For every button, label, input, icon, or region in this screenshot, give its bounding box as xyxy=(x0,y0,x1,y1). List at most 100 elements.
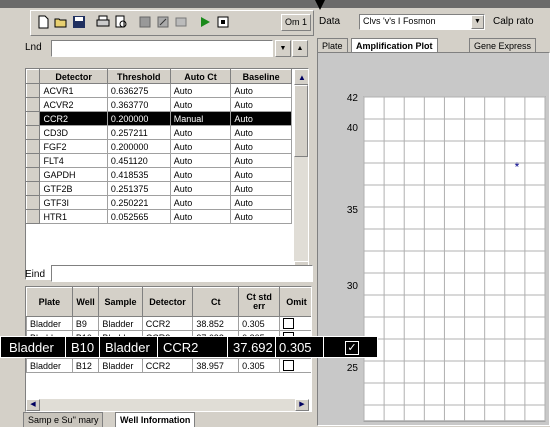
table-row[interactable]: GTF3I 0.250221 Auto Auto xyxy=(26,195,292,210)
find-label-2: Eind xyxy=(25,269,46,280)
col-ct[interactable]: Ct xyxy=(192,287,240,317)
table-cell: 0.305 xyxy=(238,316,281,331)
table-cell: 0.451120 xyxy=(106,153,171,168)
detector-table-container: Detector Threshold Auto Ct Baseline ACVR… xyxy=(25,68,309,280)
table-row[interactable]: CCR2 0.200000 Manual Auto xyxy=(26,111,292,126)
new-icon[interactable] xyxy=(35,14,51,30)
row-header[interactable] xyxy=(26,167,41,182)
row-header[interactable] xyxy=(26,153,41,168)
table-cell: 0.636275 xyxy=(106,83,171,98)
open-icon[interactable] xyxy=(53,14,69,30)
scroll-right-icon[interactable]: ▶ xyxy=(295,399,309,411)
tab-plate[interactable]: Plate xyxy=(317,38,348,53)
table-row[interactable]: ACVR1 0.636275 Auto Auto xyxy=(26,83,292,98)
col-auto-ct[interactable]: Auto Ct xyxy=(169,69,232,84)
setup-icon[interactable] xyxy=(137,14,153,30)
table-cell: CCR2 xyxy=(39,111,108,126)
col-plate[interactable]: Plate xyxy=(26,287,73,317)
overlay-well: B10 xyxy=(71,339,95,355)
table-row[interactable]: Bladder B9 Bladder CCR2 38.852 0.305 xyxy=(26,316,311,331)
row-header[interactable] xyxy=(26,195,41,210)
tab-amplification-plot[interactable]: Amplification Plot xyxy=(351,38,438,53)
scroll-up-icon[interactable]: ▲ xyxy=(294,69,308,85)
overlay-ct-std-err: 0.305 xyxy=(279,339,312,355)
scroll-thumb[interactable] xyxy=(294,85,308,157)
well-hscroll[interactable]: ◀ ▶ xyxy=(26,399,309,411)
selected-well-row-overlay[interactable]: Bladder B10 Bladder CCR2 37.692 0.305 ✓ xyxy=(0,336,378,358)
table-row[interactable]: HTR1 0.052565 Auto Auto xyxy=(26,209,292,224)
table-cell: Bladder xyxy=(26,316,73,331)
print-icon[interactable] xyxy=(95,14,111,30)
col-detector-2[interactable]: Detector xyxy=(141,287,194,317)
y-tick-label: 25 xyxy=(347,363,359,374)
tab-sample-summary[interactable]: Samp e Su'' mary xyxy=(23,412,104,427)
col-threshold[interactable]: Threshold xyxy=(106,69,171,84)
omit-checkbox[interactable] xyxy=(283,318,295,330)
amplification-plot[interactable]: 42 40 35 30 25 * xyxy=(318,53,547,423)
table-cell: 0.052565 xyxy=(106,209,171,224)
left-panel: Lnd ▼ ▲ Detector Threshold Auto Ct Basel… xyxy=(23,36,313,427)
find-input[interactable] xyxy=(51,40,273,57)
run-icon[interactable] xyxy=(197,14,213,30)
row-header[interactable] xyxy=(26,83,41,98)
col-baseline[interactable]: Baseline xyxy=(230,69,292,84)
table-cell: Auto xyxy=(230,209,292,224)
omit-cell[interactable] xyxy=(279,316,311,331)
table-cell: 0.250221 xyxy=(106,195,171,210)
omit-cell[interactable] xyxy=(279,358,311,373)
omit-checkbox[interactable] xyxy=(283,360,295,372)
data-label: Data xyxy=(319,16,341,27)
row-header[interactable] xyxy=(26,125,41,140)
table-cell: ACVR2 xyxy=(39,97,108,112)
table-row[interactable]: FGF2 0.200000 Auto Auto xyxy=(26,139,292,154)
table-row[interactable]: CD3D 0.257211 Auto Auto xyxy=(26,125,292,140)
table-cell: 0.418535 xyxy=(106,167,171,182)
table-cell: Auto xyxy=(230,97,292,112)
overlay-sample: Bladder xyxy=(105,339,150,355)
data-bar: Data Clvs 'v's I Fosmon ▼ Calp rato xyxy=(315,10,550,34)
table-row[interactable]: ACVR2 0.363770 Auto Auto xyxy=(26,97,292,112)
table-cell: Auto xyxy=(169,83,232,98)
tab-well-information[interactable]: Well Information xyxy=(115,412,196,427)
table-row[interactable]: Bladder B12 Bladder CCR2 38.957 0.305 xyxy=(26,358,311,373)
table-cell: B9 xyxy=(71,316,100,331)
detector-scrollbar[interactable]: ▲ ▼ xyxy=(294,69,308,277)
omit-button[interactable]: Om 1 xyxy=(281,14,311,31)
table-cell: 0.200000 xyxy=(106,139,171,154)
find-up-button[interactable]: ▲ xyxy=(292,40,308,57)
col-ct-std-err[interactable]: Ct std err xyxy=(238,287,281,317)
table-row[interactable]: GTF2B 0.251375 Auto Auto xyxy=(26,181,292,196)
scroll-left-icon[interactable]: ◀ xyxy=(26,399,40,411)
overlay-omit-checkbox[interactable]: ✓ xyxy=(345,341,359,355)
table-cell: 0.251375 xyxy=(106,181,171,196)
edit-icon[interactable] xyxy=(155,14,171,30)
pointer-arrow-icon xyxy=(315,0,325,10)
row-header[interactable] xyxy=(26,111,41,126)
stop-icon[interactable] xyxy=(215,14,231,30)
table-row[interactable]: GAPDH 0.418535 Auto Auto xyxy=(26,167,292,182)
col-detector[interactable]: Detector xyxy=(39,69,108,84)
table-cell: Auto xyxy=(230,195,292,210)
row-header[interactable] xyxy=(26,97,41,112)
print-preview-icon[interactable] xyxy=(113,14,129,30)
save-icon[interactable] xyxy=(71,14,87,30)
col-sample[interactable]: Sample xyxy=(98,287,143,317)
row-header[interactable] xyxy=(26,181,41,196)
find-dropdown-button[interactable]: ▼ xyxy=(275,40,291,57)
table-cell: Manual xyxy=(169,111,232,126)
row-header[interactable] xyxy=(26,139,41,154)
data-select[interactable]: Clvs 'v's I Fosmon ▼ xyxy=(359,14,485,30)
col-well[interactable]: Well xyxy=(71,287,100,317)
chevron-down-icon[interactable]: ▼ xyxy=(471,15,484,29)
table-cell: ACVR1 xyxy=(39,83,108,98)
row-header[interactable] xyxy=(26,209,41,224)
table-cell: 38.957 xyxy=(192,358,240,373)
find-input-2[interactable] xyxy=(51,265,313,282)
table-row[interactable]: FLT4 0.451120 Auto Auto xyxy=(26,153,292,168)
tab-gene-expression[interactable]: Gene Express xyxy=(469,38,537,53)
instrument-icon[interactable] xyxy=(173,14,189,30)
detector-table: Detector Threshold Auto Ct Baseline ACVR… xyxy=(26,69,292,224)
table-cell: CCR2 xyxy=(141,358,194,373)
data-point-marker[interactable]: * xyxy=(515,160,520,174)
col-omit[interactable]: Omit xyxy=(279,287,311,317)
